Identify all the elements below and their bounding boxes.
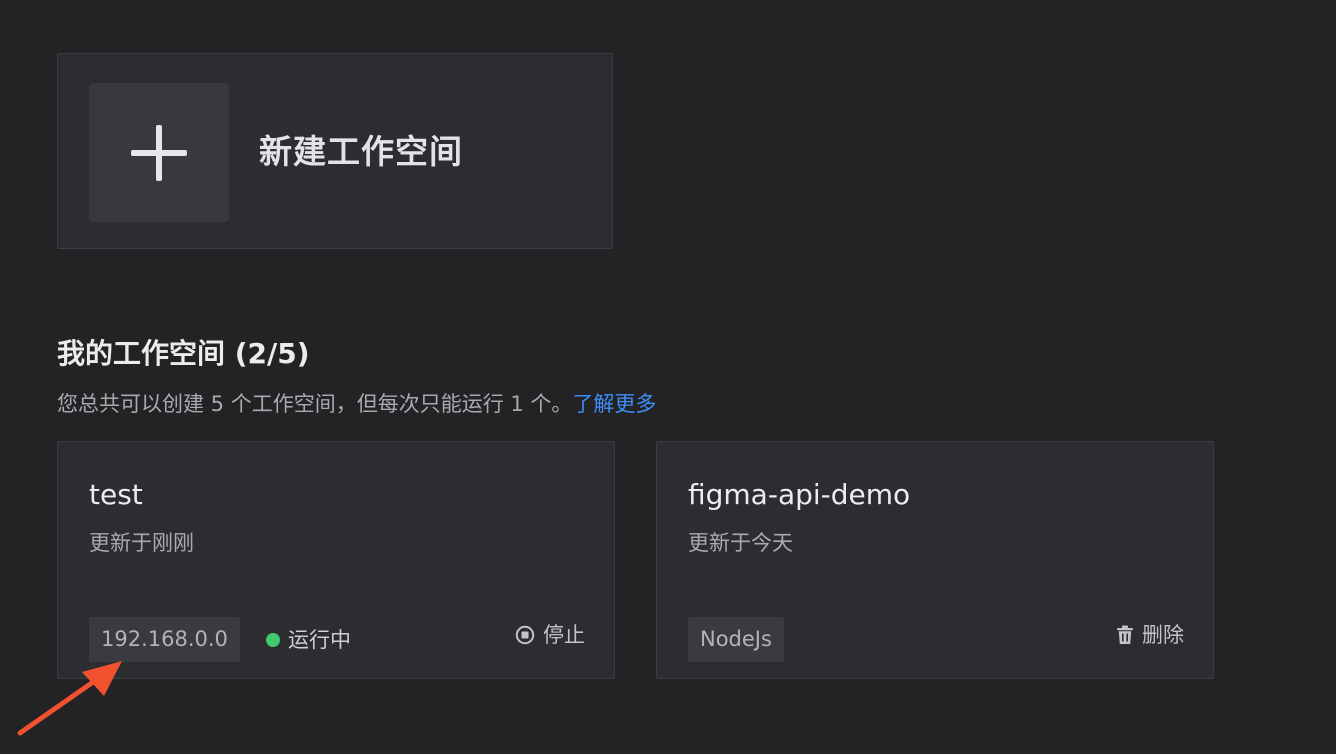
workspace-ip-tag: 192.168.0.0 — [89, 617, 240, 662]
new-workspace-card[interactable]: 新建工作空间 — [57, 53, 613, 249]
workspace-name: test — [89, 478, 143, 511]
section-title: 我的工作空间 (2/5) — [57, 337, 310, 370]
workspace-card-figma-api-demo[interactable]: figma-api-demo 更新于今天 NodeJs 删除 — [656, 441, 1214, 679]
workspace-updated: 更新于今天 — [688, 531, 793, 555]
delete-button-label: 删除 — [1142, 623, 1184, 647]
section-description: 您总共可以创建 5 个工作空间，但每次只能运行 1 个。了解更多 — [57, 390, 656, 418]
section-description-text: 您总共可以创建 5 个工作空间，但每次只能运行 1 个。 — [57, 392, 573, 416]
learn-more-link[interactable]: 了解更多 — [572, 392, 656, 416]
stop-button-label: 停止 — [543, 623, 585, 647]
workspace-status: 运行中 — [266, 626, 351, 654]
trash-icon — [1117, 625, 1133, 644]
workspace-page: 新建工作空间 我的工作空间 (2/5) 您总共可以创建 5 个工作空间，但每次只… — [0, 0, 1336, 754]
delete-button[interactable]: 删除 — [1116, 621, 1184, 649]
plus-icon — [131, 124, 187, 181]
workspace-card-test[interactable]: test 更新于刚刚 192.168.0.0 运行中 停止 — [57, 441, 615, 679]
stop-button[interactable]: 停止 — [515, 621, 585, 649]
new-workspace-label: 新建工作空间 — [259, 132, 463, 171]
workspace-status-label: 运行中 — [288, 628, 351, 652]
workspace-runtime-tag: NodeJs — [688, 617, 784, 662]
workspace-updated: 更新于刚刚 — [89, 531, 194, 555]
new-workspace-tile[interactable] — [89, 83, 229, 222]
status-dot-icon — [266, 633, 280, 647]
stop-icon — [515, 625, 535, 645]
workspace-name: figma-api-demo — [688, 478, 911, 511]
